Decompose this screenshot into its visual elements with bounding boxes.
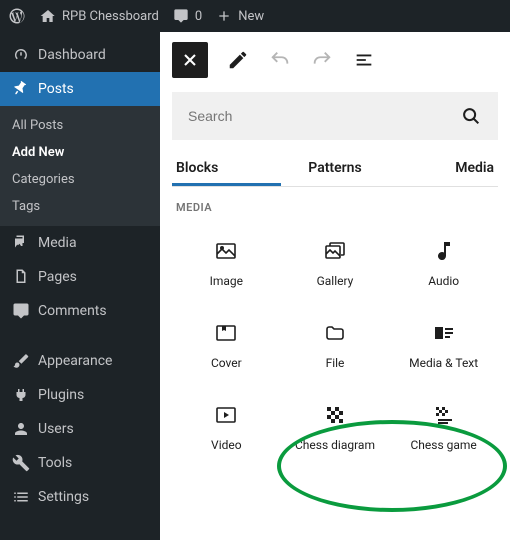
menu-tools[interactable]: Tools bbox=[0, 446, 160, 480]
comment-icon bbox=[173, 8, 189, 24]
menu-users[interactable]: Users bbox=[0, 412, 160, 446]
menu-media[interactable]: Media bbox=[0, 226, 160, 260]
block-media-text[interactable]: Media & Text bbox=[389, 302, 498, 384]
menu-comments[interactable]: Comments bbox=[0, 294, 160, 328]
dashboard-icon bbox=[12, 46, 30, 64]
search-box[interactable] bbox=[172, 92, 498, 140]
block-file[interactable]: File bbox=[281, 302, 390, 384]
submenu-add-new[interactable]: Add New bbox=[0, 139, 160, 166]
block-image[interactable]: Image bbox=[172, 220, 281, 302]
menu-posts[interactable]: Posts bbox=[0, 72, 160, 106]
block-inserter: Blocks Patterns Media MEDIA Image Galler… bbox=[160, 32, 510, 540]
undo-button[interactable] bbox=[268, 48, 292, 72]
menu-dashboard[interactable]: Dashboard bbox=[0, 38, 160, 72]
close-button[interactable] bbox=[172, 42, 208, 78]
settings-icon bbox=[12, 488, 30, 506]
search-input[interactable] bbox=[188, 108, 460, 124]
chess-diagram-icon bbox=[322, 402, 348, 428]
media-icon bbox=[12, 234, 30, 252]
pages-icon bbox=[12, 268, 30, 286]
comments-link[interactable]: 0 bbox=[173, 8, 202, 24]
new-link[interactable]: New bbox=[216, 8, 264, 24]
media-text-icon bbox=[431, 320, 457, 346]
audio-icon bbox=[431, 238, 457, 264]
edit-button[interactable] bbox=[226, 48, 250, 72]
menu-appearance[interactable]: Appearance bbox=[0, 344, 160, 378]
section-media-label: MEDIA bbox=[172, 187, 498, 220]
block-video[interactable]: Video bbox=[172, 384, 281, 466]
block-cover[interactable]: Cover bbox=[172, 302, 281, 384]
plus-icon bbox=[216, 8, 232, 24]
pin-icon bbox=[12, 80, 30, 98]
file-icon bbox=[322, 320, 348, 346]
pencil-icon bbox=[227, 49, 249, 71]
image-icon bbox=[213, 238, 239, 264]
cover-icon bbox=[213, 320, 239, 346]
wp-logo[interactable] bbox=[8, 7, 26, 25]
plug-icon bbox=[12, 386, 30, 404]
submenu-all-posts[interactable]: All Posts bbox=[0, 112, 160, 139]
redo-icon bbox=[311, 49, 333, 71]
search-icon bbox=[460, 105, 482, 127]
users-icon bbox=[12, 420, 30, 438]
tab-patterns[interactable]: Patterns bbox=[281, 148, 390, 186]
inserter-tabs: Blocks Patterns Media bbox=[172, 148, 498, 187]
new-label: New bbox=[238, 9, 264, 24]
submenu-categories[interactable]: Categories bbox=[0, 166, 160, 193]
gallery-icon bbox=[322, 238, 348, 264]
comments-count: 0 bbox=[195, 9, 202, 24]
block-gallery[interactable]: Gallery bbox=[281, 220, 390, 302]
details-button[interactable] bbox=[352, 48, 376, 72]
menu-plugins[interactable]: Plugins bbox=[0, 378, 160, 412]
details-icon bbox=[353, 49, 375, 71]
tab-blocks[interactable]: Blocks bbox=[172, 148, 281, 186]
inserter-toolbar bbox=[172, 42, 498, 78]
block-chess-diagram[interactable]: Chess diagram bbox=[281, 384, 390, 466]
admin-sidebar: Dashboard Posts All Posts Add New Catego… bbox=[0, 32, 160, 540]
menu-settings[interactable]: Settings bbox=[0, 480, 160, 514]
wordpress-icon bbox=[8, 7, 26, 25]
chess-game-icon bbox=[431, 402, 457, 428]
blocks-grid: Image Gallery Audio Cover File Media & T… bbox=[172, 220, 498, 466]
close-icon bbox=[180, 50, 200, 70]
menu-pages[interactable]: Pages bbox=[0, 260, 160, 294]
wrench-icon bbox=[12, 454, 30, 472]
submenu-tags[interactable]: Tags bbox=[0, 193, 160, 220]
tab-media[interactable]: Media bbox=[389, 148, 498, 186]
redo-button[interactable] bbox=[310, 48, 334, 72]
site-name: RPB Chessboard bbox=[62, 9, 159, 24]
posts-submenu: All Posts Add New Categories Tags bbox=[0, 106, 160, 226]
undo-icon bbox=[269, 49, 291, 71]
comments-icon bbox=[12, 302, 30, 320]
site-link[interactable]: RPB Chessboard bbox=[40, 8, 159, 24]
brush-icon bbox=[12, 352, 30, 370]
video-icon bbox=[213, 402, 239, 428]
home-icon bbox=[40, 8, 56, 24]
block-audio[interactable]: Audio bbox=[389, 220, 498, 302]
admin-bar: RPB Chessboard 0 New bbox=[0, 0, 510, 32]
block-chess-game[interactable]: Chess game bbox=[389, 384, 498, 466]
